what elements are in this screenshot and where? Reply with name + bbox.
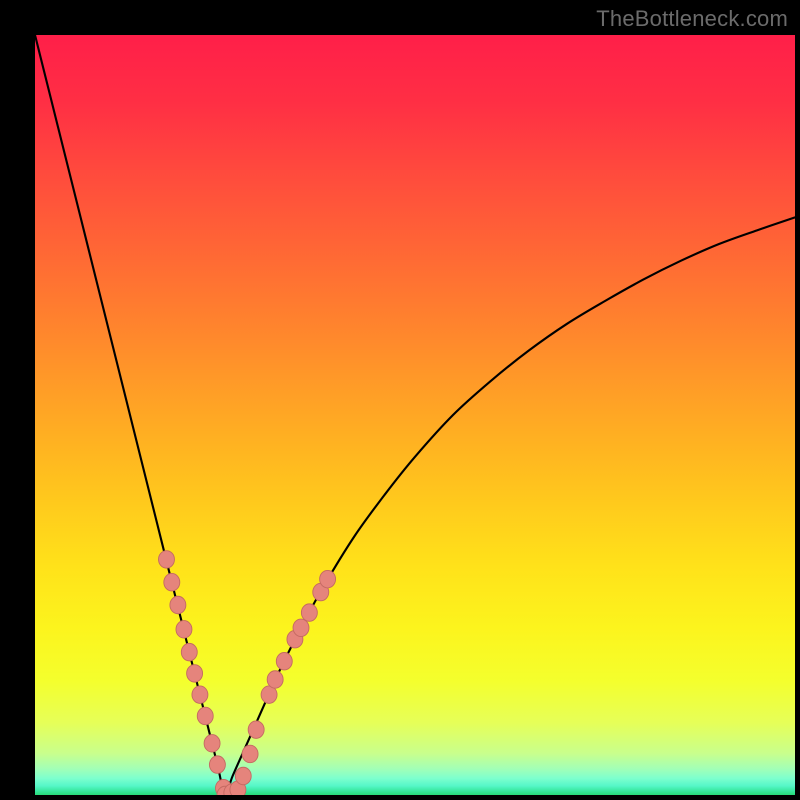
curve-layer <box>35 35 795 795</box>
curve-marker <box>242 745 258 762</box>
curve-marker <box>170 596 186 613</box>
bottleneck-curve <box>35 35 795 795</box>
curve-marker <box>204 735 220 752</box>
plot-area <box>35 35 795 795</box>
curve-marker <box>181 643 197 660</box>
curve-markers <box>159 551 336 795</box>
curve-marker <box>267 671 283 688</box>
curve-marker <box>293 619 309 636</box>
curve-marker <box>159 551 175 568</box>
curve-marker <box>209 756 225 773</box>
curve-marker <box>235 767 251 784</box>
chart-frame: TheBottleneck.com <box>0 0 800 800</box>
curve-marker <box>164 573 180 590</box>
curve-marker <box>301 604 317 621</box>
curve-marker <box>176 621 192 638</box>
curve-marker <box>197 707 213 724</box>
watermark-text: TheBottleneck.com <box>596 6 788 32</box>
curve-marker <box>320 570 336 587</box>
curve-marker <box>187 665 203 682</box>
curve-marker <box>276 653 292 670</box>
curve-marker <box>248 721 264 738</box>
curve-marker <box>192 686 208 703</box>
